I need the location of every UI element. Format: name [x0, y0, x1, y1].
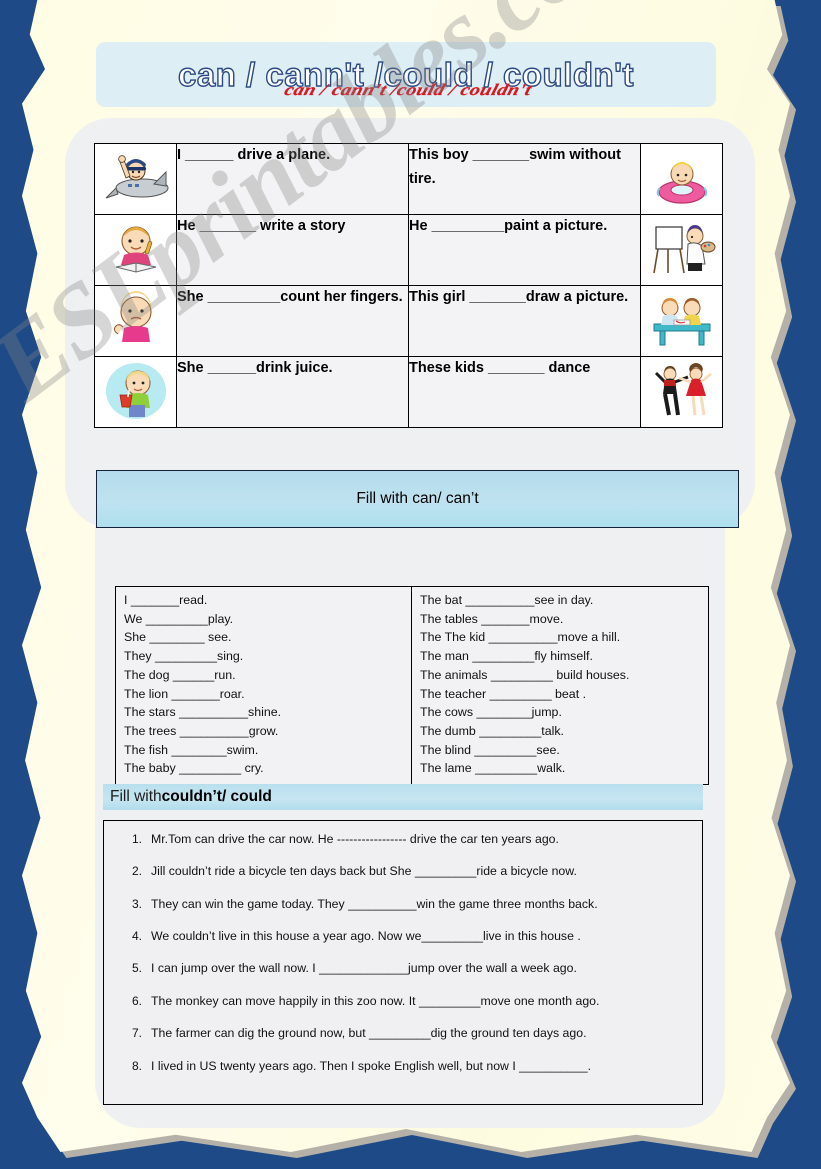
table-row: I ______ drive a plane. This boy _______… — [94, 143, 723, 215]
list-item-number: 5. — [131, 961, 142, 976]
practice-column-left: I _______read. We _________play. She ___… — [116, 587, 412, 785]
list-item-text: I can jump over the wall now. I ________… — [151, 961, 577, 976]
title-stack: can / cann't /could / couldn't can / can… — [177, 57, 634, 99]
practice-column-right: The bat __________see in day. The tables… — [412, 587, 708, 784]
list-item: The bat __________see in day. — [420, 593, 594, 607]
sentence-cell: He _______ write a story — [176, 214, 409, 286]
list-item: The dog ______run. — [124, 667, 236, 682]
list-item-number: 2. — [131, 864, 142, 879]
list-item: We _________play. — [124, 611, 234, 626]
list-item: The fish ________swim. — [124, 742, 259, 757]
list-item-text: The monkey can move happily in this zoo … — [151, 993, 600, 1008]
list-item-text: The farmer can dig the ground now, but _… — [151, 1026, 587, 1041]
list-item: The teacher _________ beat . — [420, 686, 587, 701]
list-item: 5. I can jump over the wall now. I _____… — [114, 961, 692, 976]
table-row: He _______ write a story He _________pai… — [94, 214, 723, 286]
dancing-couple-icon — [640, 356, 723, 428]
list-item: The baby _________ cry. — [124, 761, 264, 776]
practice-two-column-box: I _______read. We _________play. She ___… — [115, 586, 709, 786]
banner-fill-could: Fill with couldn’t/ could — [103, 784, 703, 810]
banner-fill-could-prefix: Fill with — [110, 788, 162, 805]
list-item: 4. We couldn’t live in this house a year… — [114, 929, 692, 944]
girl-counting-fingers-icon — [94, 285, 177, 357]
banner-fill-can-label: Fill with can/ can’t — [356, 490, 479, 507]
kids-drawing-table-icon — [640, 285, 723, 357]
numbered-exercise-box: 1. Mr.Tom can drive the car now. He ----… — [103, 820, 703, 1105]
list-item-text: They can win the game today. They ______… — [151, 896, 598, 911]
table-row: She _________count her fingers. This gir… — [94, 285, 723, 357]
list-item: The The kid __________move a hill. — [420, 630, 621, 645]
table-row: She ______drink juice. These kids ______… — [94, 356, 723, 428]
list-item: The blind _________see. — [420, 742, 560, 757]
picture-sentence-table: I ______ drive a plane. This boy _______… — [94, 143, 723, 428]
sentence-cell: This boy _______swim without tire. — [408, 143, 641, 215]
list-item: The animals _________ build houses. — [420, 667, 630, 682]
list-item-text: Jill couldn’t ride a bicycle ten days ba… — [151, 864, 577, 879]
list-item: The trees __________grow. — [124, 724, 279, 739]
sentence-cell: She _________count her fingers. — [176, 285, 409, 357]
sentence-cell: These kids _______ dance — [408, 356, 641, 428]
sentence-cell: I ______ drive a plane. — [176, 143, 409, 215]
list-item: They _________sing. — [124, 649, 244, 664]
list-item: 7. The farmer can dig the ground now, bu… — [114, 1026, 692, 1041]
list-item-text: We couldn’t live in this house a year ag… — [151, 929, 581, 944]
pilot-plane-icon — [94, 143, 177, 215]
sentence-cell: This girl _______draw a picture. — [408, 285, 641, 357]
list-item-number: 7. — [131, 1026, 142, 1041]
banner-fill-can: Fill with can/ can’t — [96, 470, 739, 528]
boy-reading-book-icon — [94, 214, 177, 286]
list-item: The dumb _________talk. — [420, 724, 564, 739]
list-item: She ________ see. — [124, 630, 232, 645]
boy-drinking-juice-icon — [94, 356, 177, 428]
list-item: 1. Mr.Tom can drive the car now. He ----… — [114, 832, 692, 847]
sentence-cell: He _________paint a picture. — [408, 214, 641, 286]
page-title-script: can / cann't /could / couldn't — [282, 80, 534, 100]
list-item-number: 1. — [131, 832, 142, 846]
list-item: The stars __________shine. — [124, 705, 282, 720]
list-item: 8. I lived in US twenty years ago. Then … — [114, 1059, 692, 1074]
list-item: The man _________fly himself. — [420, 649, 593, 664]
banner-fill-could-bold: couldn’t/ could — [161, 788, 272, 805]
list-item-number: 3. — [131, 896, 142, 911]
list-item: The tables _______move. — [420, 611, 564, 626]
list-item-number: 6. — [131, 993, 142, 1008]
list-item: 2. Jill couldn’t ride a bicycle ten days… — [114, 864, 692, 879]
list-item: I _______read. — [124, 593, 208, 607]
worksheet-title-box: can / cann't /could / couldn't can / can… — [96, 42, 716, 107]
list-item: 6. The monkey can move happily in this z… — [114, 994, 692, 1009]
list-item-number: 8. — [131, 1058, 142, 1073]
painter-easel-icon — [640, 214, 723, 286]
swim-ring-boy-icon — [640, 143, 723, 215]
list-item: The lion _______roar. — [124, 686, 245, 701]
worksheet-content: can / cann't /could / couldn't can / can… — [0, 0, 821, 1169]
list-item: 3. They can win the game today. They ___… — [114, 897, 692, 912]
list-item-number: 4. — [131, 929, 142, 944]
list-item: The cows ________jump. — [420, 705, 562, 720]
list-item-text: I lived in US twenty years ago. Then I s… — [151, 1058, 591, 1073]
list-item-text: Mr.Tom can drive the car now. He -------… — [151, 832, 559, 846]
list-item: The lame _________walk. — [420, 761, 566, 776]
sentence-cell: She ______drink juice. — [176, 356, 409, 428]
